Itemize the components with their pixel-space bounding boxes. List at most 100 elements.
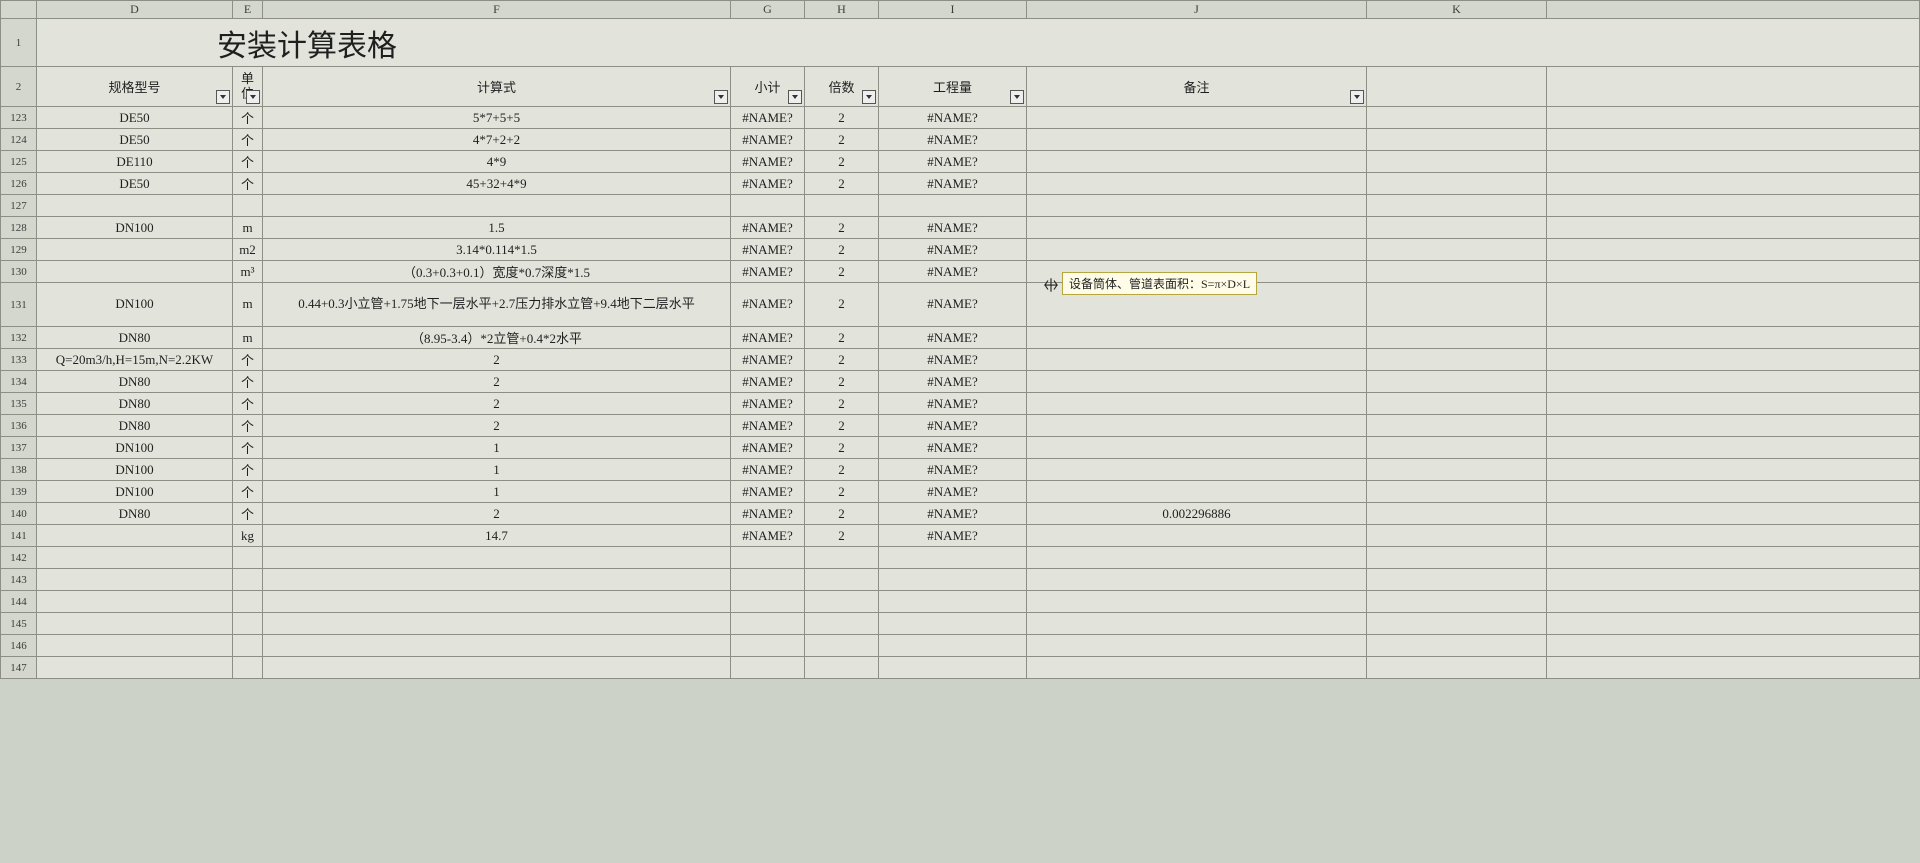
cell-remark[interactable] [1027, 657, 1367, 679]
cell[interactable] [1367, 371, 1547, 393]
cell-quantity[interactable]: #NAME? [879, 349, 1027, 371]
col-header-blank[interactable] [1547, 1, 1920, 19]
cell-spec[interactable]: DN100 [37, 459, 233, 481]
cell-formula[interactable]: （8.95-3.4）*2立管+0.4*2水平 [263, 327, 731, 349]
cell[interactable] [1547, 437, 1920, 459]
cell-remark[interactable] [1027, 613, 1367, 635]
cell-spec[interactable]: DN80 [37, 327, 233, 349]
cell[interactable] [1367, 217, 1547, 239]
cell-unit[interactable]: kg [233, 525, 263, 547]
cell-remark[interactable] [1027, 217, 1367, 239]
cell-multiplier[interactable]: 2 [805, 415, 879, 437]
cell[interactable] [1547, 239, 1920, 261]
row-header[interactable]: 131 [1, 283, 37, 327]
cell-remark[interactable] [1027, 239, 1367, 261]
cell-subtotal[interactable]: #NAME? [731, 371, 805, 393]
cell-remark[interactable] [1027, 195, 1367, 217]
cell-remark[interactable] [1027, 437, 1367, 459]
cell-unit[interactable]: m [233, 283, 263, 327]
col-header-I[interactable]: I [879, 1, 1027, 19]
cell-quantity[interactable]: #NAME? [879, 481, 1027, 503]
cell[interactable] [1547, 613, 1920, 635]
cell-multiplier[interactable] [805, 657, 879, 679]
cell-spec[interactable]: DN100 [37, 437, 233, 459]
cell-spec[interactable]: DN100 [37, 283, 233, 327]
cell-remark[interactable] [1027, 327, 1367, 349]
cell-spec[interactable]: DE50 [37, 173, 233, 195]
cell-remark[interactable] [1027, 371, 1367, 393]
cell-formula[interactable]: 1.5 [263, 217, 731, 239]
cell[interactable] [1367, 173, 1547, 195]
row-header[interactable]: 132 [1, 327, 37, 349]
cell-remark[interactable] [1027, 481, 1367, 503]
row-header[interactable]: 142 [1, 547, 37, 569]
cell[interactable] [1547, 327, 1920, 349]
col-header-D[interactable]: D [37, 1, 233, 19]
row-header[interactable]: 145 [1, 613, 37, 635]
cell-subtotal[interactable]: #NAME? [731, 415, 805, 437]
cell[interactable] [1367, 657, 1547, 679]
cell-remark[interactable] [1027, 151, 1367, 173]
cell-multiplier[interactable]: 2 [805, 261, 879, 283]
cell-formula[interactable]: 0.44+0.3小立管+1.75地下一层水平+2.7压力排水立管+9.4地下二层… [263, 283, 731, 327]
cell[interactable] [1547, 195, 1920, 217]
cell[interactable] [1547, 349, 1920, 371]
cell-unit[interactable]: m2 [233, 239, 263, 261]
cell-formula[interactable]: 4*7+2+2 [263, 129, 731, 151]
row-header[interactable]: 138 [1, 459, 37, 481]
cell-formula[interactable] [263, 591, 731, 613]
select-all-corner[interactable] [1, 1, 37, 19]
cell-quantity[interactable]: #NAME? [879, 173, 1027, 195]
cell-subtotal[interactable]: #NAME? [731, 107, 805, 129]
cell-subtotal[interactable]: #NAME? [731, 283, 805, 327]
cell[interactable] [1367, 393, 1547, 415]
cell[interactable] [1367, 107, 1547, 129]
cell-unit[interactable]: m [233, 327, 263, 349]
cell-multiplier[interactable] [805, 635, 879, 657]
cell-subtotal[interactable]: #NAME? [731, 437, 805, 459]
row-header[interactable]: 130 [1, 261, 37, 283]
row-header-2[interactable]: 2 [1, 67, 37, 107]
cell-formula[interactable] [263, 547, 731, 569]
cell[interactable] [1547, 261, 1920, 283]
cell-spec[interactable] [37, 547, 233, 569]
cell-quantity[interactable]: #NAME? [879, 129, 1027, 151]
cell-quantity[interactable]: #NAME? [879, 107, 1027, 129]
cell-subtotal[interactable]: #NAME? [731, 481, 805, 503]
cell[interactable] [1367, 569, 1547, 591]
cell-quantity[interactable] [879, 569, 1027, 591]
cell[interactable] [1547, 591, 1920, 613]
cell-formula[interactable] [263, 569, 731, 591]
cell-subtotal[interactable]: #NAME? [731, 151, 805, 173]
row-header[interactable]: 128 [1, 217, 37, 239]
cell[interactable] [1547, 393, 1920, 415]
cell[interactable] [1547, 569, 1920, 591]
cell-spec[interactable]: DE110 [37, 151, 233, 173]
cell-subtotal[interactable] [731, 591, 805, 613]
cell-quantity[interactable] [879, 657, 1027, 679]
cell[interactable] [1367, 151, 1547, 173]
cell-unit[interactable]: m [233, 217, 263, 239]
row-header[interactable]: 126 [1, 173, 37, 195]
cell-multiplier[interactable]: 2 [805, 349, 879, 371]
cell-multiplier[interactable]: 2 [805, 129, 879, 151]
cell-quantity[interactable] [879, 613, 1027, 635]
cell-unit[interactable] [233, 547, 263, 569]
header-formula[interactable]: 计算式 [263, 67, 731, 107]
header-quantity[interactable]: 工程量 [879, 67, 1027, 107]
cell[interactable] [1367, 437, 1547, 459]
cell-spec[interactable] [37, 569, 233, 591]
cell-unit[interactable] [233, 657, 263, 679]
cell[interactable] [1547, 217, 1920, 239]
cell-formula[interactable] [263, 613, 731, 635]
cell-unit[interactable]: 个 [233, 173, 263, 195]
cell-multiplier[interactable]: 2 [805, 371, 879, 393]
cell-remark[interactable] [1027, 173, 1367, 195]
row-header[interactable]: 127 [1, 195, 37, 217]
cell[interactable] [1367, 503, 1547, 525]
cell-spec[interactable] [37, 195, 233, 217]
cell-unit[interactable]: 个 [233, 481, 263, 503]
cell[interactable] [1367, 327, 1547, 349]
cell-unit[interactable]: m³ [233, 261, 263, 283]
cell-spec[interactable] [37, 613, 233, 635]
